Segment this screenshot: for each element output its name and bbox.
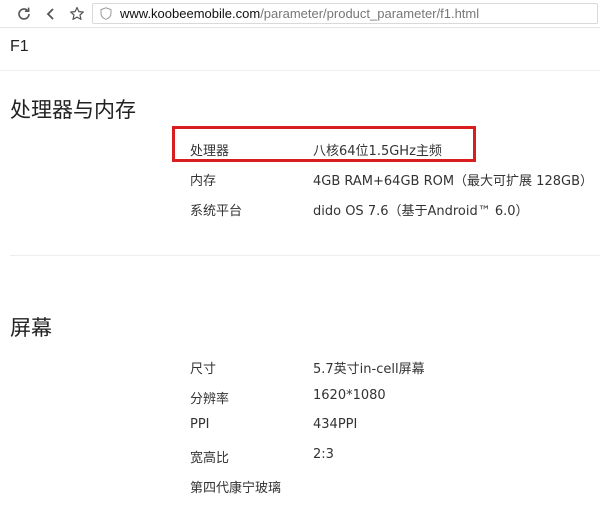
param-value: 2:3 [313, 447, 334, 462]
bookmark-star-icon[interactable] [67, 4, 87, 24]
url-host: www.koobeemobile.com [120, 6, 261, 21]
address-bar[interactable]: www.koobeemobile.com/parameter/product_p… [92, 3, 598, 24]
param-row-ppi: PPI 434PPI [190, 414, 590, 436]
param-label: 系统平台 [190, 204, 243, 219]
section-title-screen: 屏幕 [10, 316, 52, 340]
param-row-glass: 第四代康宁玻璃 [190, 474, 590, 496]
param-label: 内存 [190, 174, 217, 189]
browser-toolbar: www.koobeemobile.com/parameter/product_p… [0, 0, 600, 28]
param-value: dido OS 7.6（基于Android™ 6.0） [313, 204, 529, 219]
param-value: 4GB RAM+64GB ROM（最大可扩展 128GB） [313, 174, 593, 189]
product-name: F1 [10, 38, 29, 55]
divider [0, 70, 600, 71]
param-label: PPI [190, 417, 210, 432]
param-row-os: 系统平台 dido OS 7.6（基于Android™ 6.0） [190, 197, 590, 219]
divider [10, 255, 600, 256]
url-path: /parameter/product_parameter/f1.html [260, 6, 480, 21]
param-row-resolution: 分辨率 1620*1080 [190, 385, 590, 407]
shield-icon [97, 4, 115, 23]
param-row-aspect-ratio: 宽高比 2:3 [190, 444, 590, 466]
section-title-processor-memory: 处理器与内存 [10, 98, 136, 122]
param-value: 5.7英寸in-cell屏幕 [313, 362, 425, 377]
reload-icon[interactable] [14, 4, 34, 24]
highlight-box [172, 126, 476, 162]
param-value: 434PPI [313, 417, 358, 432]
param-label: 分辨率 [190, 392, 230, 407]
param-row-size: 尺寸 5.7英寸in-cell屏幕 [190, 355, 590, 377]
param-label: 第四代康宁玻璃 [190, 481, 282, 496]
param-label: 宽高比 [190, 451, 230, 466]
back-icon[interactable] [41, 4, 61, 24]
param-label: 尺寸 [190, 362, 217, 377]
param-row-memory: 内存 4GB RAM+64GB ROM（最大可扩展 128GB） [190, 167, 593, 189]
url-text: www.koobeemobile.com/parameter/product_p… [120, 6, 479, 21]
param-value: 1620*1080 [313, 388, 386, 403]
